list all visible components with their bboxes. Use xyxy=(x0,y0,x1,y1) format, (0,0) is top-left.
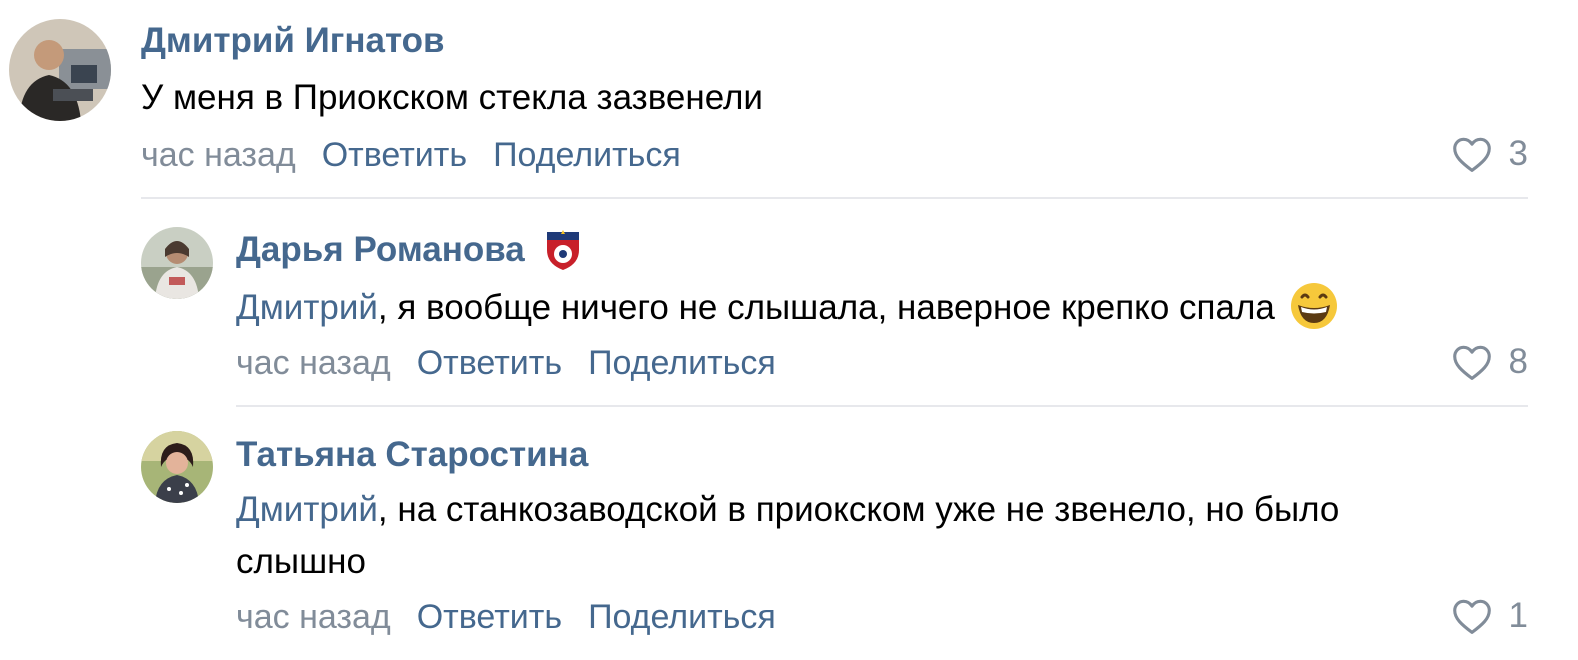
comment: Дмитрий Игнатов У меня в Приокском стекл… xyxy=(0,0,1528,196)
heart-icon xyxy=(1452,345,1491,380)
comment-text: Дмитрий, на станкозаводской в приокском … xyxy=(236,484,1446,588)
avatar[interactable] xyxy=(141,431,213,503)
author-name[interactable]: Дарья Романова xyxy=(236,230,525,270)
comment-time: час назад xyxy=(236,598,391,636)
share-button[interactable]: Поделиться xyxy=(588,344,776,383)
heart-icon xyxy=(1452,599,1491,634)
avatar[interactable] xyxy=(9,19,111,121)
comment-author[interactable]: Татьяна Старостина xyxy=(236,435,588,475)
mention-link[interactable]: Дмитрий xyxy=(236,490,378,529)
like-button[interactable]: 3 xyxy=(1451,134,1528,174)
like-count: 8 xyxy=(1508,342,1528,381)
like-count: 1 xyxy=(1508,596,1528,635)
divider xyxy=(141,197,1528,199)
share-button[interactable]: Поделиться xyxy=(493,136,681,175)
comment-actions: час назад Ответить Поделиться xyxy=(236,598,802,637)
comment-text: Дмитрий, я вообще ничего не слышала, нав… xyxy=(236,282,1536,334)
reply-button[interactable]: Ответить xyxy=(417,598,562,637)
comment-text-body: , на станкозаводской в приокском уже не … xyxy=(236,490,1340,581)
mention-link[interactable]: Дмитрий xyxy=(236,288,378,327)
reply-button[interactable]: Ответить xyxy=(417,344,562,383)
like-button[interactable]: 8 xyxy=(1451,342,1528,382)
comment-actions: час назад Ответить Поделиться xyxy=(141,136,707,175)
author-name[interactable]: Дмитрий Игнатов xyxy=(141,21,445,61)
reply-button[interactable]: Ответить xyxy=(322,136,467,175)
divider xyxy=(236,405,1528,407)
comment: Татьяна Старостина Дмитрий, на станкозав… xyxy=(0,418,1528,660)
comment-time: час назад xyxy=(236,344,391,382)
cska-club-icon xyxy=(546,230,579,270)
share-button[interactable]: Поделиться xyxy=(588,598,776,637)
comment-time: час назад xyxy=(141,136,296,174)
author-name[interactable]: Татьяна Старостина xyxy=(236,435,588,475)
comment-author[interactable]: Дарья Романова xyxy=(236,228,581,272)
like-button[interactable]: 1 xyxy=(1451,596,1528,636)
like-count: 3 xyxy=(1508,134,1528,173)
comment-text-body: У меня в Приокском стекла зазвенели xyxy=(141,78,763,117)
comment-author[interactable]: Дмитрий Игнатов xyxy=(141,21,445,61)
comment: Дарья Романова Дмитрий, я вообще ничего … xyxy=(0,210,1528,406)
comment-text-body: , я вообще ничего не слышала, наверное к… xyxy=(377,288,1275,327)
avatar[interactable] xyxy=(141,227,213,299)
heart-icon xyxy=(1452,137,1491,172)
comment-actions: час назад Ответить Поделиться xyxy=(236,344,802,383)
comment-text: У меня в Приокском стекла зазвенели xyxy=(141,72,1521,124)
grinning-face-icon xyxy=(1290,282,1337,329)
